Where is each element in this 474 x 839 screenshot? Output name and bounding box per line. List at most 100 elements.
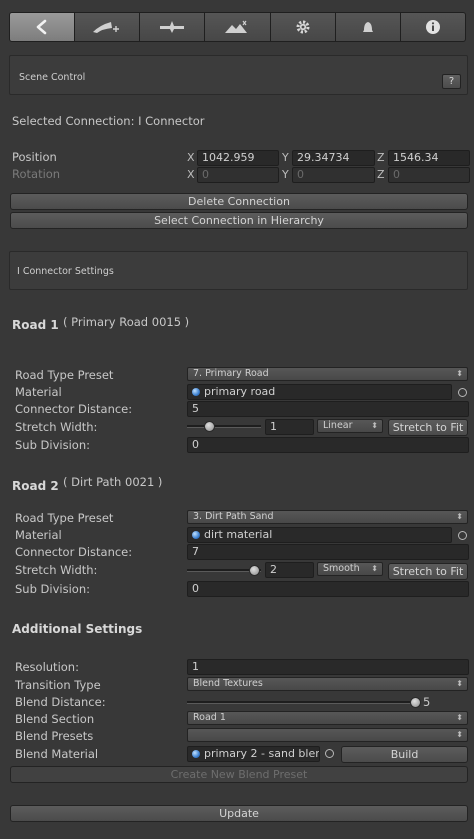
road1-stretch-mode-dropdown[interactable]: Linear ⬍ xyxy=(317,419,383,433)
position-z-label: Z xyxy=(377,151,385,164)
road1-stretch-slider[interactable] xyxy=(187,425,261,428)
road2-sub-division-label: Sub Division: xyxy=(15,582,90,596)
resolution-field[interactable]: 1 xyxy=(187,659,469,675)
road1-sub-division-label: Sub Division: xyxy=(15,438,90,452)
road2-stretch-value[interactable]: 2 xyxy=(265,562,314,578)
rotation-z-field: 0 xyxy=(388,167,470,183)
road1-material-picker-icon[interactable] xyxy=(458,388,467,397)
road1-material-value: primary road xyxy=(204,385,276,398)
terrain-icon xyxy=(225,20,248,33)
road1-title: Road 1 xyxy=(12,318,59,332)
blend-presets-dropdown[interactable]: ⬍ xyxy=(187,728,468,742)
bell-icon xyxy=(362,22,373,32)
blend-distance-slider-thumb[interactable] xyxy=(410,697,422,708)
connector-settings-title: I Connector Settings xyxy=(17,266,114,277)
blend-material-field[interactable]: primary 2 - sand bler xyxy=(187,746,320,762)
delete-connection-button[interactable]: Delete Connection xyxy=(10,193,468,210)
road2-type-preset-label: Road Type Preset xyxy=(15,511,114,525)
road2-stretch-mode-value: Smooth xyxy=(323,563,360,574)
road1-connector-distance-label: Connector Distance: xyxy=(15,402,133,416)
road1-type-preset-dropdown[interactable]: 7. Primary Road ⬍ xyxy=(187,367,468,381)
road2-stretch-mode-dropdown[interactable]: Smooth ⬍ xyxy=(317,562,383,576)
tab-settings[interactable] xyxy=(269,12,336,42)
road1-stretch-fit-button[interactable]: Stretch to Fit xyxy=(388,419,468,436)
road2-name: ( Dirt Path 0021 ) xyxy=(63,475,163,489)
road1-type-preset-label: Road Type Preset xyxy=(15,368,114,382)
info-icon xyxy=(425,20,440,34)
road2-stretch-width-label: Stretch Width: xyxy=(15,563,98,577)
scene-control-box: Scene Control ? xyxy=(9,55,468,95)
road2-stretch-fit-button[interactable]: Stretch to Fit xyxy=(388,563,468,580)
dropdown-arrow-icon: ⬍ xyxy=(456,512,463,521)
road2-title: Road 2 xyxy=(12,479,59,493)
road2-connector-distance-field[interactable]: 7 xyxy=(187,544,469,560)
selected-connection-label: Selected Connection: I Connector xyxy=(12,114,205,128)
create-blend-preset-button: Create New Blend Preset xyxy=(10,766,468,783)
position-label: Position xyxy=(12,150,57,164)
tab-terrain[interactable] xyxy=(204,12,271,42)
rotation-y-label: Y xyxy=(282,168,289,181)
material-sphere-icon xyxy=(192,531,200,539)
blend-material-label: Blend Material xyxy=(15,747,99,761)
blend-distance-value[interactable]: 5 xyxy=(423,695,430,709)
road2-material-field[interactable]: dirt material xyxy=(187,527,452,543)
transition-type-dropdown[interactable]: Blend Textures ⬍ xyxy=(187,677,468,691)
blend-material-picker-icon[interactable] xyxy=(325,749,334,758)
road1-stretch-value[interactable]: 1 xyxy=(265,419,314,435)
road2-stretch-slider-thumb[interactable] xyxy=(248,565,260,576)
road1-connector-distance-field[interactable]: 5 xyxy=(187,401,469,417)
cross-connection-icon xyxy=(160,21,185,33)
gear-icon xyxy=(296,20,310,34)
blend-presets-label: Blend Presets xyxy=(15,729,94,743)
road1-stretch-width-label: Stretch Width: xyxy=(15,420,98,434)
rotation-x-field: 0 xyxy=(197,167,279,183)
tab-connection[interactable] xyxy=(139,12,206,42)
resolution-label: Resolution: xyxy=(15,660,79,674)
position-z-field[interactable]: 1546.34 xyxy=(388,150,470,166)
position-x-field[interactable]: 1042.959 xyxy=(197,150,279,166)
connector-settings-box: I Connector Settings xyxy=(9,251,468,290)
material-sphere-icon xyxy=(192,750,200,758)
road2-connector-distance-label: Connector Distance: xyxy=(15,545,133,559)
toolbar xyxy=(9,12,466,42)
dropdown-arrow-icon: ⬍ xyxy=(371,421,378,430)
road2-material-picker-icon[interactable] xyxy=(458,531,467,540)
road1-material-label: Material xyxy=(15,385,62,399)
build-button[interactable]: Build xyxy=(341,746,468,763)
tab-info[interactable] xyxy=(399,12,466,42)
tab-add-road[interactable] xyxy=(74,12,141,42)
dropdown-arrow-icon: ⬍ xyxy=(456,369,463,378)
position-y-label: Y xyxy=(282,151,289,164)
transition-type-label: Transition Type xyxy=(15,678,101,692)
back-arrow-icon xyxy=(36,19,47,35)
road1-type-preset-value: 7. Primary Road xyxy=(193,368,269,379)
road1-stretch-slider-thumb[interactable] xyxy=(204,421,216,432)
blend-material-value: primary 2 - sand bler xyxy=(204,747,320,760)
transition-type-value: Blend Textures xyxy=(193,678,263,689)
blend-distance-slider[interactable] xyxy=(187,701,420,704)
road2-material-value: dirt material xyxy=(204,528,273,541)
update-button[interactable]: Update xyxy=(10,805,468,822)
road2-material-label: Material xyxy=(15,528,62,542)
rotation-label: Rotation xyxy=(12,167,61,181)
blend-section-dropdown[interactable]: Road 1 ⬍ xyxy=(187,711,468,725)
road2-sub-division-field[interactable]: 0 xyxy=(187,581,469,597)
blend-distance-label: Blend Distance: xyxy=(15,695,106,709)
dropdown-arrow-icon: ⬍ xyxy=(456,730,463,739)
road1-name: ( Primary Road 0015 ) xyxy=(63,315,190,329)
rotation-x-label: X xyxy=(187,168,195,181)
position-y-field[interactable]: 29.34734 xyxy=(292,150,375,166)
position-x-label: X xyxy=(187,151,195,164)
road1-material-field[interactable]: primary road xyxy=(187,384,452,400)
blend-section-label: Blend Section xyxy=(15,712,95,726)
help-button[interactable]: ? xyxy=(442,74,461,89)
select-in-hierarchy-button[interactable]: Select Connection in Hierarchy xyxy=(10,212,468,229)
tab-back[interactable] xyxy=(9,12,76,42)
road2-type-preset-dropdown[interactable]: 3. Dirt Path Sand ⬍ xyxy=(187,510,468,524)
add-road-icon xyxy=(93,22,120,33)
blend-section-value: Road 1 xyxy=(193,712,226,723)
tab-notifications[interactable] xyxy=(334,12,401,42)
material-sphere-icon xyxy=(192,388,200,396)
rotation-y-field: 0 xyxy=(292,167,375,183)
road1-sub-division-field[interactable]: 0 xyxy=(187,437,469,453)
